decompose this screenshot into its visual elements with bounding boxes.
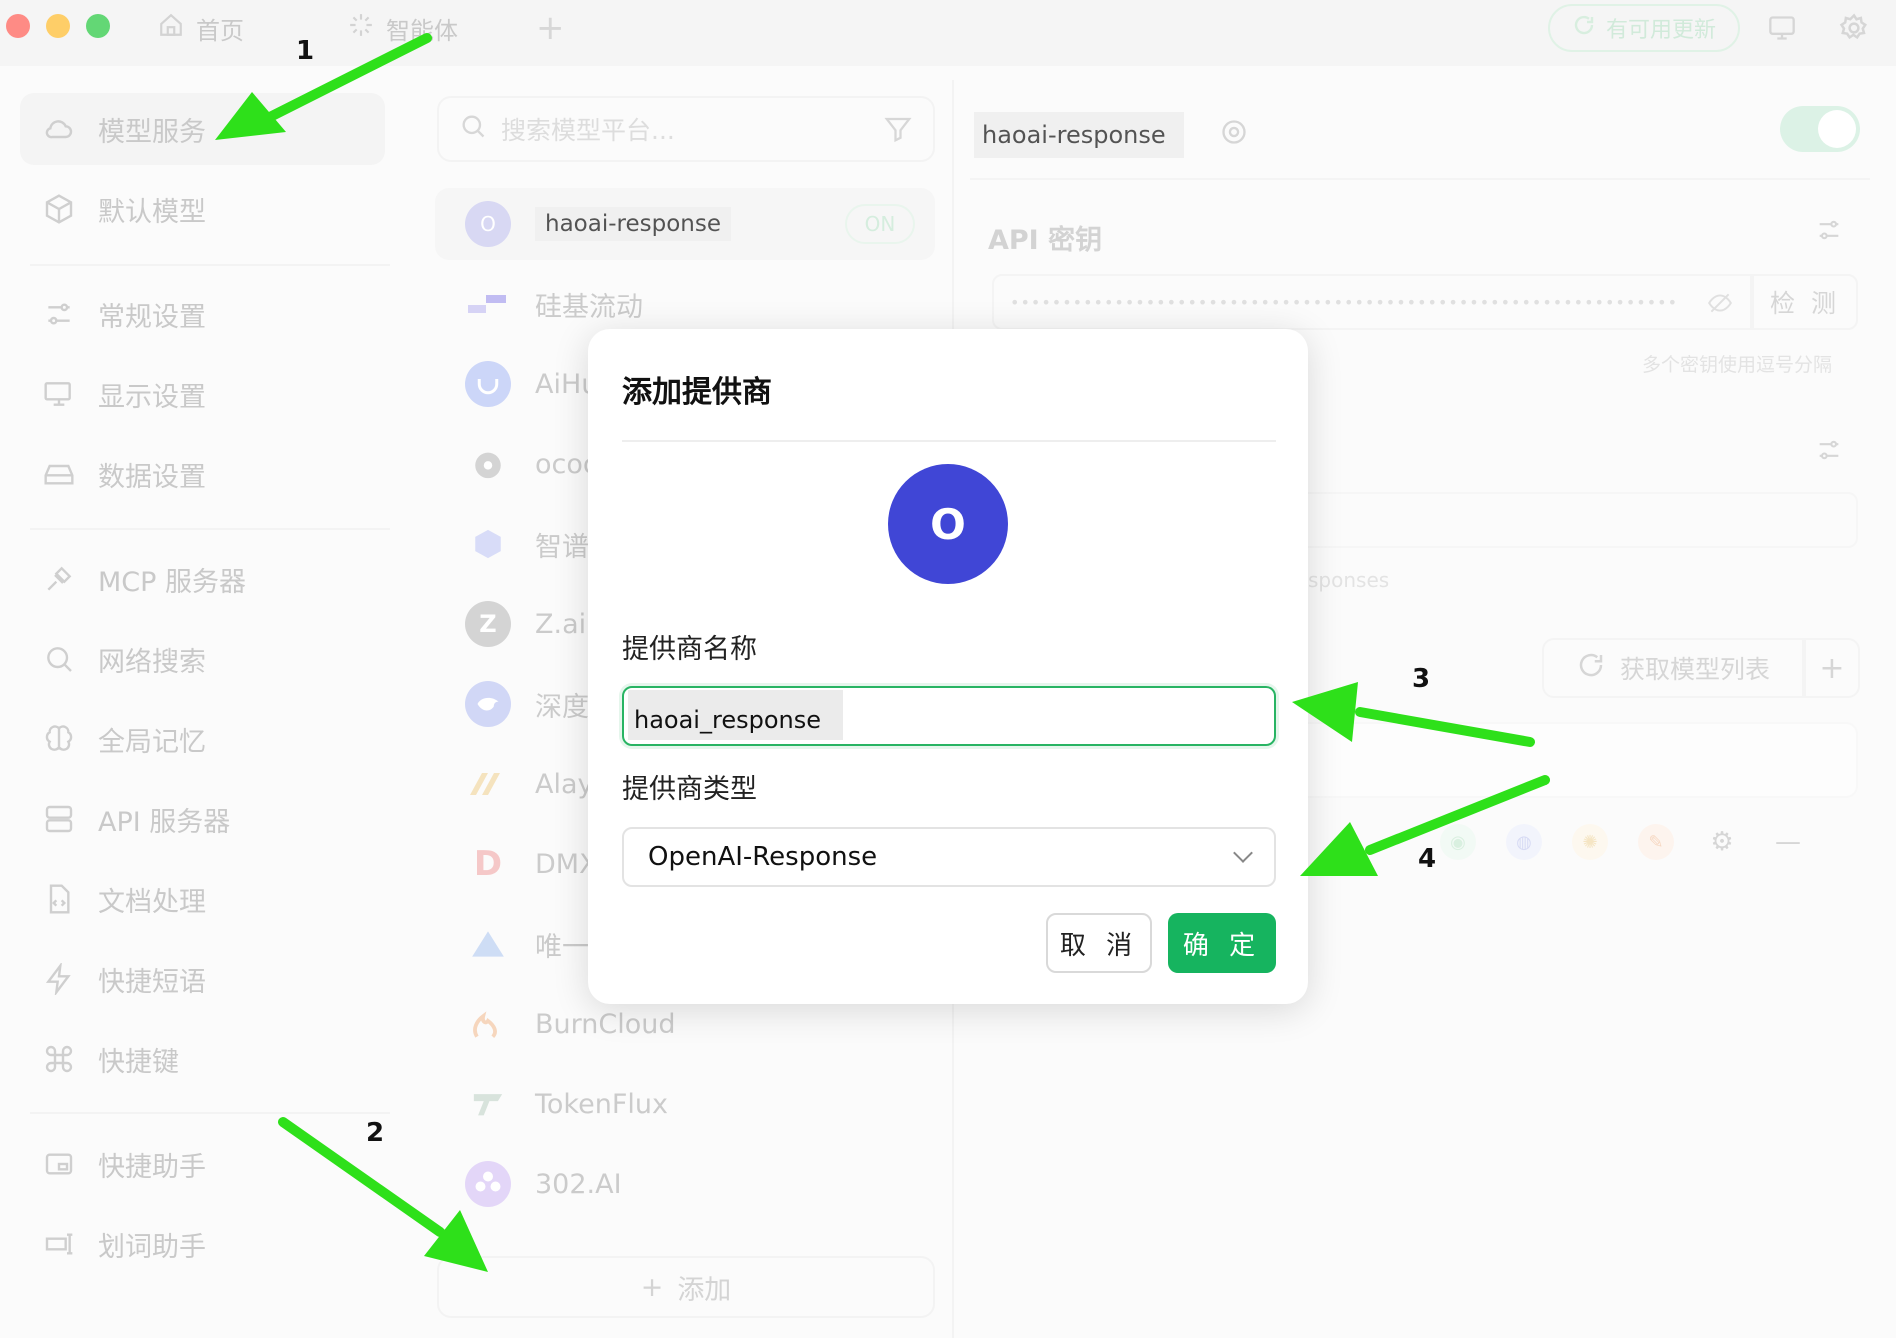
annotation-number: 1 [296,36,315,66]
provider-name-value: haoai_response [628,690,843,740]
provider-type-label: 提供商类型 [622,774,757,805]
provider-type-value: OpenAI-Response [648,842,878,872]
chevron-down-icon [1233,843,1253,863]
annotation-number: 2 [366,1118,385,1148]
cancel-button[interactable]: 取 消 [1046,913,1152,973]
provider-avatar[interactable]: O [888,464,1008,584]
annotation-number: 3 [1412,664,1431,694]
add-provider-dialog: 添加提供商 O 提供商名称 haoai_response 提供商类型 OpenA… [588,329,1308,1004]
provider-name-label: 提供商名称 [622,634,757,665]
dialog-title: 添加提供商 [622,375,772,410]
provider-type-select[interactable]: OpenAI-Response [622,827,1276,887]
annotation-number: 4 [1418,844,1437,874]
dialog-divider [622,440,1276,442]
provider-name-input[interactable]: haoai_response [622,686,1276,746]
confirm-button[interactable]: 确 定 [1168,913,1276,973]
app-window: 首页 智能体 + 有可用更新 模型服务 默认模型 常规设置 显示设置 数据设置 … [0,0,1896,1338]
